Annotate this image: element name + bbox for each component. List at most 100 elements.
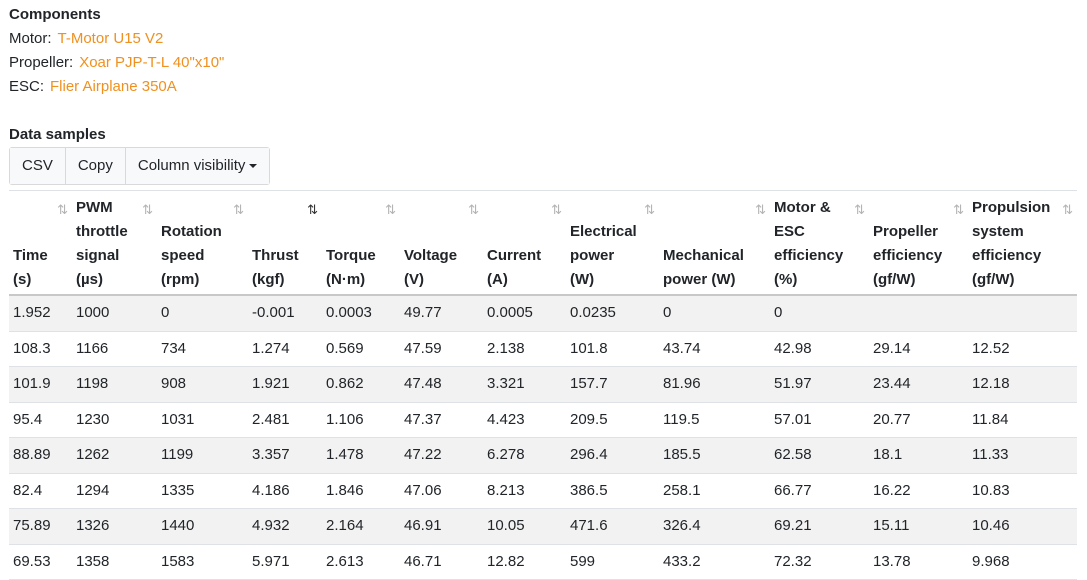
- table-cell: 62.58: [770, 437, 869, 474]
- table-cell: 15.11: [869, 508, 968, 545]
- column-header-label: (gf/W): [972, 271, 1015, 288]
- table-cell: 2.164: [322, 508, 400, 545]
- table-row: 1.952 1000 0 -0.001 0.0003 49.77 0.0005 0.0235 0…: [9, 295, 1077, 332]
- table-cell: 13.78: [869, 544, 968, 580]
- table-cell: 51.97: [770, 366, 869, 403]
- column-header-label: (s): [13, 271, 32, 288]
- table-cell: 734: [157, 331, 248, 367]
- table-cell: 599: [566, 544, 659, 580]
- table-cell: [968, 295, 1077, 332]
- table-row: 75.89 1326 1440 4.932 2.164 46.91 10.05 471.6 32…: [9, 508, 1077, 545]
- column-header-label: Propeller: [873, 223, 939, 240]
- column-header[interactable]: Mechanical power (W) ⇅: [659, 190, 770, 296]
- table-cell: 0: [157, 295, 248, 332]
- table-cell: 101.8: [566, 331, 659, 367]
- table-cell: 42.98: [770, 331, 869, 367]
- sort-icon[interactable]: ⇅: [551, 198, 562, 222]
- sort-icon[interactable]: ⇅: [142, 198, 153, 222]
- table-cell: 1294: [72, 473, 157, 509]
- motor-label: Motor:: [9, 30, 52, 47]
- table-cell: 1199: [157, 437, 248, 474]
- table-cell: 101.9: [9, 366, 72, 403]
- column-header-label: signal: [76, 247, 120, 264]
- sort-icon[interactable]: ⇅: [953, 198, 964, 222]
- table-cell: 1.274: [248, 331, 322, 367]
- table-cell: 16.22: [869, 473, 968, 509]
- column-header-label: Motor &: [774, 199, 831, 216]
- sort-icon[interactable]: ⇅: [1062, 198, 1073, 222]
- column-header-label: Torque: [326, 247, 376, 264]
- column-header[interactable]: Electrical power (W) ⇅: [566, 190, 659, 296]
- propeller-link[interactable]: Xoar PJP-T-L 40"x10": [79, 54, 224, 71]
- column-header[interactable]: Torque (N·m) ⇅: [322, 190, 400, 296]
- column-header[interactable]: Propeller efficiency (gf/W) ⇅: [869, 190, 968, 296]
- copy-button[interactable]: Copy: [65, 148, 126, 184]
- table-row: 95.4 1230 1031 2.481 1.106 47.37 4.423 209.5 119…: [9, 402, 1077, 438]
- column-header[interactable]: Rotation speed (rpm) ⇅: [157, 190, 248, 296]
- table-body: 1.952 1000 0 -0.001 0.0003 49.77 0.0005 0.0235 0…: [9, 295, 1077, 580]
- column-header-label: throttle: [76, 223, 128, 240]
- column-header[interactable]: Time (s) ⇅: [9, 190, 72, 296]
- sort-icon[interactable]: ⇅: [57, 198, 68, 222]
- sort-icon[interactable]: ⇅: [854, 198, 865, 222]
- table-cell: 1335: [157, 473, 248, 509]
- table-cell: 5.971: [248, 544, 322, 580]
- esc-link[interactable]: Flier Airplane 350A: [50, 78, 177, 95]
- sort-icon[interactable]: ⇅: [644, 198, 655, 222]
- table-cell: 386.5: [566, 473, 659, 509]
- column-visibility-button[interactable]: Column visibility: [125, 148, 270, 184]
- table-row: 82.4 1294 1335 4.186 1.846 47.06 8.213 386.5 258…: [9, 473, 1077, 509]
- table-cell: 108.3: [9, 331, 72, 367]
- table-cell: 433.2: [659, 544, 770, 580]
- table-cell: 75.89: [9, 508, 72, 545]
- table-cell: 10.46: [968, 508, 1077, 545]
- column-header-label: (W): [570, 271, 595, 288]
- sort-icon[interactable]: ⇅: [233, 198, 244, 222]
- table-cell: 82.4: [9, 473, 72, 509]
- table-cell: 47.06: [400, 473, 483, 509]
- table-cell: 1.846: [322, 473, 400, 509]
- column-header-label: Propulsion: [972, 199, 1051, 216]
- export-button-group: CSV Copy Column visibility: [9, 147, 271, 185]
- sort-icon[interactable]: ⇅: [307, 198, 318, 222]
- table-cell: 12.82: [483, 544, 566, 580]
- column-header[interactable]: Current (A) ⇅: [483, 190, 566, 296]
- table-cell: 66.77: [770, 473, 869, 509]
- csv-button[interactable]: CSV: [10, 148, 66, 184]
- table-cell: 0.862: [322, 366, 400, 403]
- table-cell: -0.001: [248, 295, 322, 332]
- table-cell: 18.1: [869, 437, 968, 474]
- table-cell: 47.48: [400, 366, 483, 403]
- table-cell: 69.21: [770, 508, 869, 545]
- sort-icon[interactable]: ⇅: [755, 198, 766, 222]
- column-header[interactable]: Voltage (V) ⇅: [400, 190, 483, 296]
- column-header[interactable]: Thrust (kgf) ⇅: [248, 190, 322, 296]
- table-cell: 0: [770, 295, 869, 332]
- table-cell: 209.5: [566, 402, 659, 438]
- sort-icon[interactable]: ⇅: [468, 198, 479, 222]
- table-cell: 0.0005: [483, 295, 566, 332]
- table-cell: 119.5: [659, 402, 770, 438]
- column-header[interactable]: Motor & ESC efficiency (%) ⇅: [770, 190, 869, 296]
- table-cell: 20.77: [869, 402, 968, 438]
- table-row: 108.3 1166 734 1.274 0.569 47.59 2.138 101.8 43.…: [9, 331, 1077, 367]
- table-cell: 29.14: [869, 331, 968, 367]
- column-header[interactable]: Propulsion system efficiency (gf/W) ⇅: [968, 190, 1077, 296]
- column-header-label: Current: [487, 247, 542, 264]
- table-cell: 3.321: [483, 366, 566, 403]
- sort-icon[interactable]: ⇅: [385, 198, 396, 222]
- column-header-label: PWM: [76, 199, 113, 216]
- motor-link[interactable]: T-Motor U15 V2: [58, 30, 164, 47]
- table-cell: 57.01: [770, 402, 869, 438]
- table-cell: 12.18: [968, 366, 1077, 403]
- column-header[interactable]: PWM throttle signal (µs) ⇅: [72, 190, 157, 296]
- table-cell: 326.4: [659, 508, 770, 545]
- table-cell: 3.357: [248, 437, 322, 474]
- header-row: Time (s) ⇅ PWM throttle signal (µs) ⇅ Rotation sp…: [9, 190, 1077, 296]
- components-heading: Components: [9, 6, 101, 23]
- table-cell: 23.44: [869, 366, 968, 403]
- column-header-label: Electrical: [570, 223, 637, 240]
- data-samples-heading: Data samples: [9, 126, 106, 143]
- table-cell: 0.0003: [322, 295, 400, 332]
- esc-line: ESC: Flier Airplane 350A: [9, 78, 177, 95]
